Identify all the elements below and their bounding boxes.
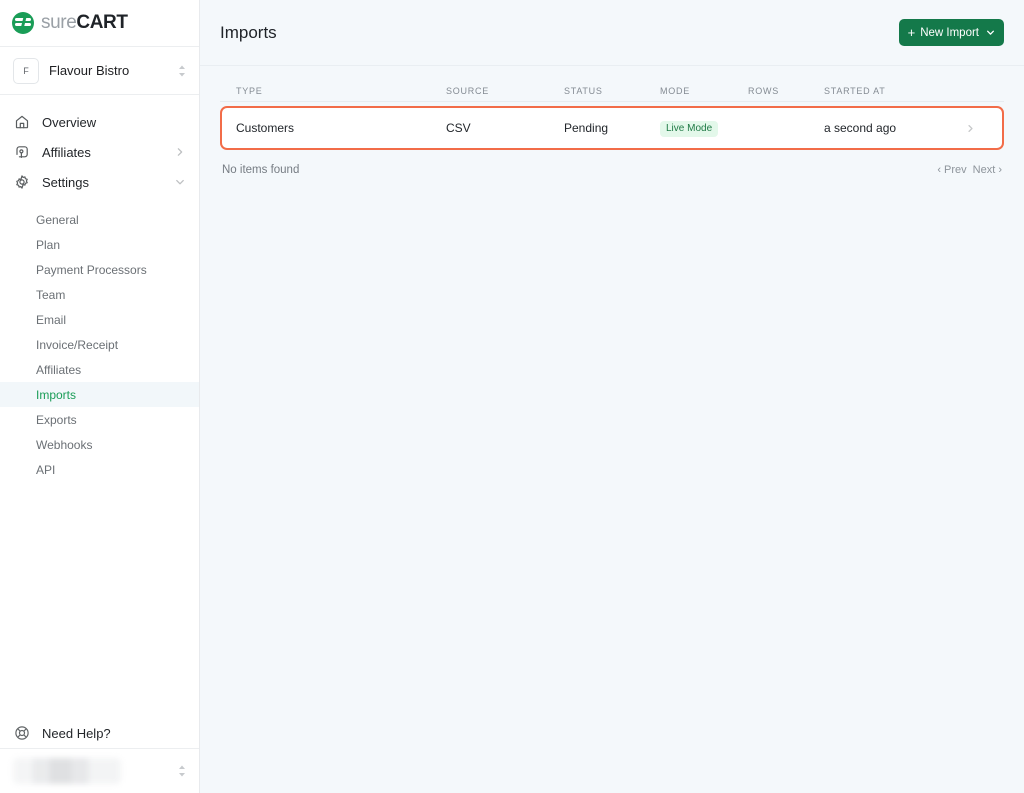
primary-nav: Overview Affiliates Settings General Pla… [0,95,199,482]
chevron-down-icon [176,179,184,185]
table-footer: No items found ‹ Prev Next › [220,156,1004,184]
sidebar: sureCART F Flavour Bistro Overview Affil… [0,0,200,793]
user-avatar-and-name-redacted [13,758,121,784]
sidebar-subitem-imports[interactable]: Imports [0,382,199,407]
main-content: Imports + New Import TYPE SOURCE STATUS … [200,0,1024,793]
sidebar-subitem-payment-processors[interactable]: Payment Processors [0,257,199,282]
new-import-label: New Import [920,26,979,39]
cell-status: Pending [564,121,609,135]
sidebar-subitem-invoice-receipt[interactable]: Invoice/Receipt [0,332,199,357]
app-root: sureCART F Flavour Bistro Overview Affil… [0,0,1024,793]
up-down-chevron-icon [179,65,185,76]
row-expand-cell[interactable] [966,124,982,133]
sidebar-item-settings[interactable]: Settings [0,167,199,197]
column-header-status: STATUS [564,85,603,96]
pagination: ‹ Prev Next › [937,164,1002,176]
user-account-switcher[interactable] [0,748,199,793]
sidebar-subitem-exports[interactable]: Exports [0,407,199,432]
sidebar-subitem-webhooks[interactable]: Webhooks [0,432,199,457]
store-avatar: F [13,57,39,84]
brand-wordmark: sureCART [41,12,128,34]
store-switcher[interactable]: F Flavour Bistro [0,47,199,95]
home-icon [15,115,29,129]
need-help-label: Need Help? [42,725,111,741]
sidebar-subitem-general[interactable]: General [0,207,199,232]
settings-subnav: General Plan Payment Processors Team Ema… [0,207,199,482]
column-header-type: TYPE [236,85,263,96]
table-header-row: TYPE SOURCE STATUS MODE ROWS STARTED AT [220,80,1004,102]
page-header: Imports + New Import [200,0,1024,66]
sidebar-subitem-team[interactable]: Team [0,282,199,307]
sidebar-item-label: Overview [42,114,97,130]
sidebar-subitem-affiliates[interactable]: Affiliates [0,357,199,382]
cell-source: CSV [446,121,471,135]
column-header-source: SOURCE [446,85,490,96]
table-row[interactable]: Customers CSV Pending Live Mode a second… [222,108,1002,148]
next-page-button[interactable]: Next › [973,164,1002,176]
need-help-button[interactable]: Need Help? [0,718,199,748]
new-import-button[interactable]: + New Import [898,19,1004,46]
brand-header: sureCART [0,0,199,47]
cell-mode: Live Mode [660,120,748,137]
plus-icon: + [907,25,916,40]
status-badge: Live Mode [660,120,719,137]
megaphone-icon [16,146,28,158]
sidebar-item-label: Affiliates [42,144,91,160]
sidebar-subitem-plan[interactable]: Plan [0,232,199,257]
sidebar-item-label: Settings [42,174,89,190]
sidebar-item-overview[interactable]: Overview [0,107,199,137]
chevron-down-icon [986,30,995,35]
empty-state-text: No items found [222,164,300,176]
cell-started-at: a second ago [824,121,897,135]
sidebar-subitem-api[interactable]: API [0,457,199,482]
column-header-mode: MODE [660,85,690,96]
surecart-logo-icon [12,12,34,34]
imports-table-container: TYPE SOURCE STATUS MODE ROWS STARTED AT … [200,66,1024,184]
column-header-rows: ROWS [748,85,779,96]
chevron-right-icon [177,148,183,156]
prev-page-button[interactable]: ‹ Prev [937,164,966,176]
sidebar-subitem-email[interactable]: Email [0,307,199,332]
brand-cart: CART [76,12,128,33]
up-down-chevron-icon [179,765,185,777]
cell-type: Customers [236,121,295,135]
page-title: Imports [220,22,277,42]
store-name: Flavour Bistro [49,63,130,78]
lifebuoy-icon [15,726,29,740]
column-header-started-at: STARTED AT [824,85,886,96]
gear-icon [16,175,28,189]
brand-sure: sure [41,12,77,33]
highlighted-row-wrapper: Customers CSV Pending Live Mode a second… [220,106,1004,150]
chevron-right-icon [968,124,973,132]
sidebar-item-affiliates[interactable]: Affiliates [0,137,199,167]
